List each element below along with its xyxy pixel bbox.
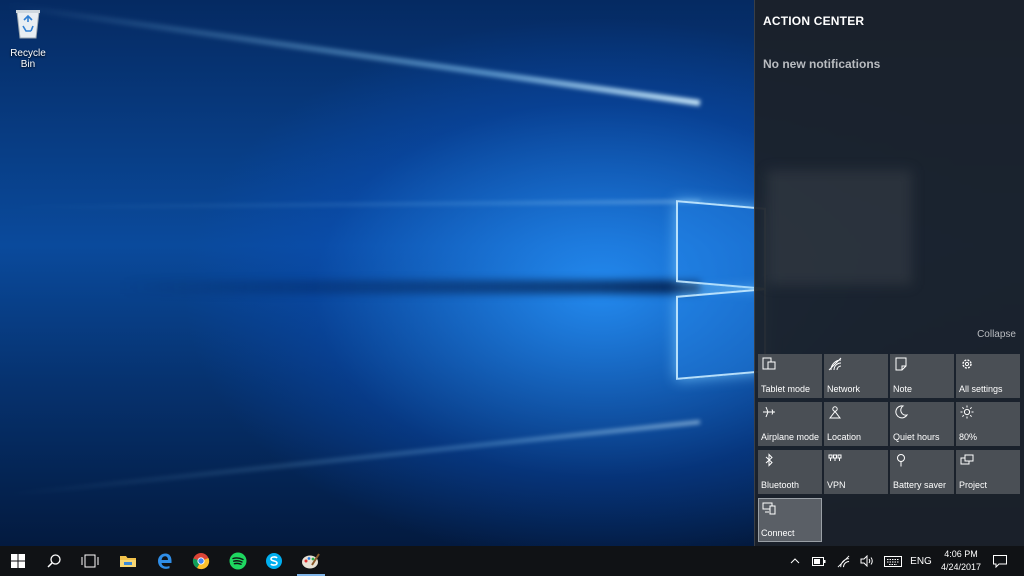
- task-view-button[interactable]: [72, 546, 108, 576]
- connect-icon: [762, 502, 776, 515]
- keyboard-icon: [884, 555, 902, 567]
- volume-icon: [860, 555, 873, 567]
- start-icon: [11, 554, 25, 568]
- taskbar-paint[interactable]: [293, 546, 329, 576]
- taskbar-skype[interactable]: [256, 546, 292, 576]
- tile-label: Bluetooth: [761, 480, 800, 490]
- bluetooth-icon: [765, 453, 773, 467]
- tile-label: Connect: [761, 528, 795, 538]
- quiet-hours-button[interactable]: Quiet hours: [890, 402, 954, 446]
- collapse-button[interactable]: Collapse: [977, 329, 1016, 340]
- taskbar-file-explorer[interactable]: [110, 546, 146, 576]
- network-icon: [828, 357, 842, 371]
- tile-label: Quiet hours: [893, 432, 940, 442]
- brightness-icon: [960, 405, 974, 419]
- search-button[interactable]: [36, 546, 72, 576]
- note-icon: [895, 357, 907, 371]
- project-button[interactable]: Project: [956, 450, 1020, 494]
- windows-logo-pane: [676, 200, 766, 290]
- background-window-ghost: [767, 170, 912, 285]
- taskbar-edge[interactable]: [147, 546, 183, 576]
- start-button[interactable]: [0, 546, 36, 576]
- wifi-icon: [837, 555, 849, 567]
- tile-label: Note: [893, 384, 913, 394]
- action-center-button[interactable]: [990, 546, 1010, 576]
- action-center-panel: ACTION CENTER No new notifications Colla…: [754, 0, 1024, 546]
- search-icon: [47, 554, 61, 568]
- battery-saver-button[interactable]: Battery saver: [890, 450, 954, 494]
- notification-icon: [993, 554, 1007, 568]
- clock-date: 4/24/2017: [940, 562, 982, 572]
- vpn-icon: [828, 454, 842, 461]
- show-hidden-icons-button[interactable]: [786, 546, 804, 576]
- network-button[interactable]: Network: [824, 354, 888, 398]
- action-center-title: ACTION CENTER: [763, 14, 865, 28]
- airplane-mode-button[interactable]: Airplane mode: [758, 402, 822, 446]
- brightness-button[interactable]: 80%: [956, 402, 1020, 446]
- airplane-icon: [763, 406, 775, 418]
- network-tray-button[interactable]: [834, 546, 852, 576]
- battery-saver-icon: [897, 454, 905, 467]
- battery-icon: [812, 556, 826, 566]
- gear-icon: [962, 359, 972, 369]
- tile-label: Network: [827, 384, 861, 394]
- edge-icon: [158, 553, 172, 569]
- tile-label: VPN: [827, 480, 846, 490]
- spotify-icon: [229, 552, 247, 570]
- all-settings-button[interactable]: All settings: [956, 354, 1020, 398]
- location-icon: [828, 406, 842, 419]
- tile-label: Tablet mode: [761, 384, 811, 394]
- windows-logo-pane: [676, 288, 766, 380]
- taskbar: ENG 4:06 PM 4/24/2017: [0, 546, 1024, 576]
- skype-icon: [266, 553, 282, 569]
- tile-label: 80%: [959, 432, 978, 442]
- bluetooth-button[interactable]: Bluetooth: [758, 450, 822, 494]
- project-icon: [960, 454, 974, 465]
- tile-label: Airplane mode: [761, 432, 820, 442]
- task-view-icon: [81, 554, 99, 568]
- touch-keyboard-button[interactable]: [882, 546, 904, 576]
- chevron-up-icon: [790, 558, 800, 564]
- tile-label: Battery saver: [893, 480, 947, 490]
- file-explorer-icon: [120, 556, 136, 567]
- tile-label: Location: [827, 432, 862, 442]
- volume-tray-button[interactable]: [858, 546, 876, 576]
- chrome-icon: [192, 553, 210, 570]
- clock-button[interactable]: 4:06 PM 4/24/2017: [934, 548, 988, 574]
- connect-button[interactable]: Connect: [758, 498, 822, 542]
- tile-label: Project: [959, 480, 988, 490]
- tablet-mode-icon: [762, 357, 776, 370]
- location-button[interactable]: Location: [824, 402, 888, 446]
- clock-time: 4:06 PM: [944, 549, 978, 559]
- wallpaper-light-beam: [6, 2, 701, 106]
- note-button[interactable]: Note: [890, 354, 954, 398]
- taskbar-chrome[interactable]: [183, 546, 219, 576]
- wallpaper-light-beam: [3, 420, 701, 498]
- battery-tray-button[interactable]: [810, 546, 828, 576]
- quick-actions-grid: Tablet mode Network Note All settings Ai…: [758, 354, 1022, 542]
- tablet-mode-button[interactable]: Tablet mode: [758, 354, 822, 398]
- vpn-button[interactable]: VPN: [824, 450, 888, 494]
- paint-icon: [302, 553, 320, 569]
- recycle-bin-icon: [16, 10, 40, 39]
- desktop-icon-label: Recycle Bin: [10, 48, 46, 70]
- desktop-icon-recycle-bin[interactable]: Recycle Bin: [2, 6, 54, 70]
- no-notifications-message: No new notifications: [763, 57, 881, 71]
- taskbar-spotify[interactable]: [220, 546, 256, 576]
- moon-icon: [895, 405, 908, 419]
- tile-label: All settings: [959, 384, 1003, 394]
- input-language-button[interactable]: ENG: [908, 546, 934, 576]
- wallpaper-shadow-band: [120, 280, 700, 294]
- wallpaper-light-beam: [0, 200, 701, 210]
